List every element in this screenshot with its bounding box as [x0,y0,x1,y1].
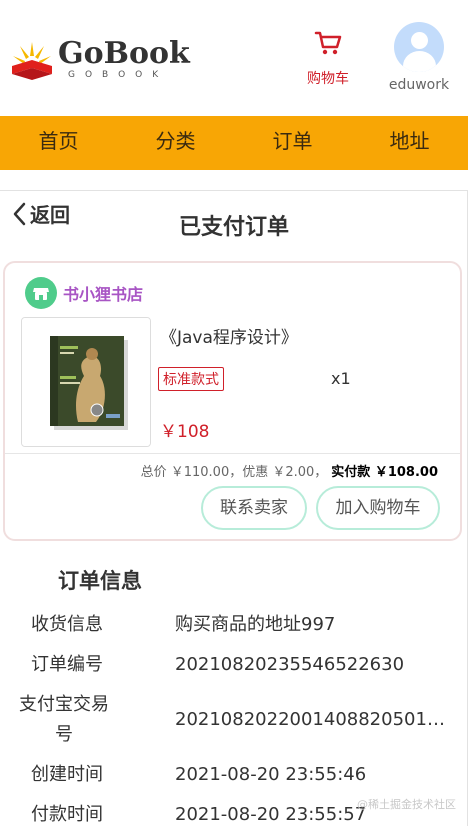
info-row-address: 收货信息 购买商品的地址997 [0,610,468,640]
info-label: 支付宝交易号 [19,694,109,745]
item-price: ￥108 [160,422,210,442]
nav-item-address[interactable]: 地址 [351,116,468,170]
order-info-title: 订单信息 [58,569,142,593]
card-divider [5,453,460,454]
nav-item-orders[interactable]: 订单 [234,116,351,170]
nav-item-home[interactable]: 首页 [0,116,117,170]
info-label: 收货信息 [31,614,103,635]
cart-button[interactable]: 购物车 [300,30,356,88]
totals-text: 总价 ￥110.00，优惠 ￥2.00， [140,465,328,480]
info-value: 20210820235546522630 [175,654,405,675]
order-totals: 总价 ￥110.00，优惠 ￥2.00， 实付款 ￥108.00 [141,461,438,480]
user-avatar-icon [394,22,444,72]
shop-header[interactable]: 书小狸书店 [25,277,143,309]
shop-name: 书小狸书店 [63,285,144,304]
info-value: 2021-08-20 23:55:46 [175,764,367,785]
user-menu[interactable]: eduwork [386,22,452,93]
order-card: 书小狸书店 《Java程序设计》 标准款式 x1 ￥108 总价 ￥110.00… [3,261,462,541]
info-value: 购买商品的地址997 [175,614,336,635]
info-row-alipay-number: 支付宝交易号 2021082022001408820501592 [0,690,468,750]
info-row-order-number: 订单编号 20210820235546522630 [0,650,468,680]
book-cover-image[interactable] [21,317,151,447]
nav-item-category[interactable]: 分类 [117,116,234,170]
add-to-cart-button[interactable]: 加入购物车 [316,486,440,530]
info-row-created-time: 创建时间 2021-08-20 23:55:46 [0,760,468,790]
order-detail-panel: 返回 已支付订单 书小狸书店 《Java程序设计》 标准款式 x1 ￥108 总… [0,190,468,826]
shop-icon [25,277,57,309]
main-nav: 首页 分类 订单 地址 [0,116,468,170]
info-label: 创建时间 [31,764,103,785]
info-value: 2021082022001408820501592 [175,709,455,730]
user-name: eduwork [388,77,450,93]
watermark: @稀土掘金技术社区 [357,798,456,811]
app-header: GoBook GOBOOK 购物车 eduwork [0,0,470,116]
gobook-logo[interactable]: GoBook GOBOOK [10,36,190,84]
book-title[interactable]: 《Java程序设计》 [160,323,298,348]
quantity: x1 [331,369,351,388]
info-label: 付款时间 [31,804,103,825]
cart-label: 购物车 [307,71,349,87]
contact-seller-button[interactable]: 联系卖家 [201,486,307,530]
cart-icon [314,31,342,55]
logo-subtext: GOBOOK [68,70,169,80]
spec-tag: 标准款式 [158,367,224,391]
paid-amount: 实付款 ￥108.00 [331,465,438,480]
page-title: 已支付订单 [178,215,289,240]
info-label: 订单编号 [31,654,103,675]
logo-text: GoBook [58,36,190,71]
gobook-logo-icon [12,42,52,80]
